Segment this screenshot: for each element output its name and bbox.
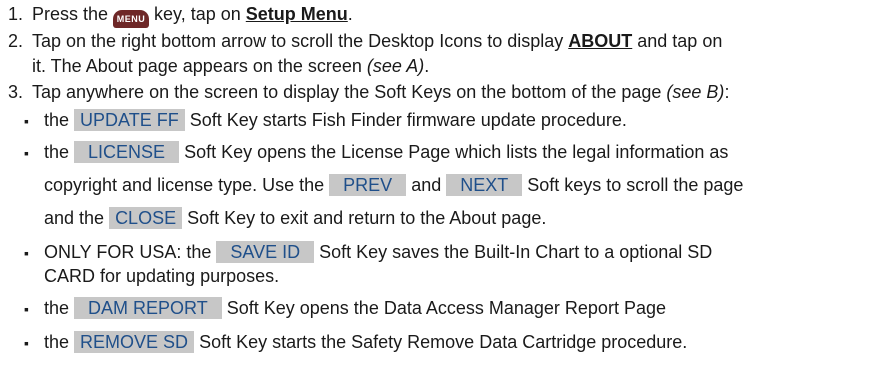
step-3: 3. Tap anywhere on the screen to display … — [8, 82, 730, 102]
remove-sd-softkey: REMOVE SD — [74, 331, 195, 353]
prev-softkey: PREV — [329, 174, 407, 196]
bullet-icon: ▪ — [24, 301, 29, 317]
save-id-softkey: SAVE ID — [216, 241, 315, 263]
bullet-icon: ▪ — [24, 335, 29, 351]
next-softkey: NEXT — [446, 174, 523, 196]
bullet-license-line-3: and the CLOSE Soft Key to exit and retur… — [44, 207, 547, 229]
bullet-license: ▪ the LICENSE Soft Key opens the License … — [24, 140, 728, 165]
step-number: 3. — [8, 82, 24, 102]
license-softkey: LICENSE — [74, 141, 180, 163]
bullet-icon: ▪ — [24, 113, 29, 129]
bullet-icon: ▪ — [24, 245, 29, 261]
step-1: 1. Press the MENU key, tap on Setup Menu. — [8, 2, 353, 28]
instructions-page: 1. Press the MENU key, tap on Setup Menu.… — [0, 0, 895, 366]
menu-key-icon: MENU — [113, 10, 150, 28]
bullet-icon: ▪ — [24, 145, 29, 161]
bullet-update-ff: ▪ the UPDATE FF Soft Key starts Fish Find… — [24, 108, 627, 133]
step-2-continued: it. The About page appears on the screen… — [32, 56, 430, 76]
step-number: 1. — [8, 4, 24, 24]
dam-report-softkey: DAM REPORT — [74, 297, 222, 319]
bullet-remove-sd: ▪ the REMOVE SD Soft Key starts the Safet… — [24, 330, 687, 355]
bullet-save-id-line-2: CARD for updating purposes. — [44, 266, 280, 286]
step-2: 2. Tap on the right bottom arrow to scrol… — [8, 31, 723, 51]
bullet-save-id: ▪ ONLY FOR USA: the SAVE ID Soft Key save… — [24, 240, 712, 265]
about-link: ABOUT — [568, 31, 633, 51]
bullet-dam-report: ▪ the DAM REPORT Soft Key opens the Data … — [24, 296, 666, 321]
setup-menu-link: Setup Menu — [245, 4, 348, 24]
step-number: 2. — [8, 31, 24, 51]
bullet-license-line-2: copyright and license type. Use the PREV… — [44, 174, 744, 196]
close-softkey: CLOSE — [109, 207, 183, 229]
update-ff-softkey: UPDATE FF — [74, 109, 185, 131]
